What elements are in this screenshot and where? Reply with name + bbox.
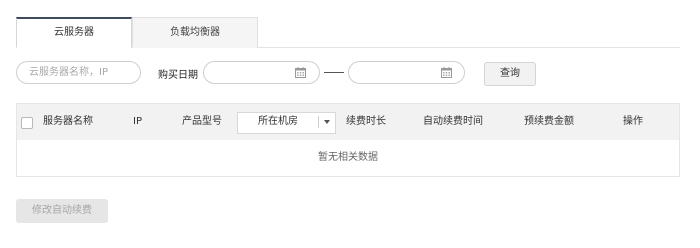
select-divider bbox=[318, 116, 319, 128]
date-range-separator bbox=[324, 72, 344, 73]
tab-cloud-server[interactable]: 云服务器 bbox=[16, 17, 132, 48]
calendar-icon[interactable] bbox=[295, 67, 306, 78]
room-select-value: 所在机房 bbox=[258, 116, 298, 127]
table-header: 服务器名称 IP 产品型号 所在机房 续费时长 自动续费时间 预续费金额 操作 bbox=[16, 103, 680, 141]
empty-state-text: 暂无相关数据 bbox=[318, 152, 378, 163]
header-actions: 操作 bbox=[623, 116, 643, 127]
calendar-icon[interactable] bbox=[441, 67, 452, 78]
header-ip: IP bbox=[133, 116, 142, 127]
table-body: 暂无相关数据 bbox=[16, 140, 680, 177]
header-prepay-amount: 预续费金额 bbox=[524, 116, 574, 127]
purchase-date-label: 购买日期 bbox=[158, 70, 198, 81]
room-filter-select[interactable]: 所在机房 bbox=[237, 112, 336, 134]
search-input[interactable] bbox=[16, 61, 141, 84]
date-end-field[interactable] bbox=[348, 61, 465, 84]
date-start-field[interactable] bbox=[203, 61, 320, 84]
header-server-name: 服务器名称 bbox=[43, 116, 93, 127]
header-renewal-duration: 续费时长 bbox=[346, 116, 386, 127]
select-all-checkbox[interactable] bbox=[21, 117, 33, 129]
query-button[interactable]: 查询 bbox=[484, 62, 536, 86]
tab-load-balancer[interactable]: 负载均衡器 bbox=[132, 17, 258, 48]
modify-auto-renew-button[interactable]: 修改自动续费 bbox=[16, 199, 108, 223]
chevron-down-icon[interactable] bbox=[324, 120, 330, 124]
header-product-model: 产品型号 bbox=[182, 116, 222, 127]
header-auto-renew-time: 自动续费时间 bbox=[423, 116, 483, 127]
